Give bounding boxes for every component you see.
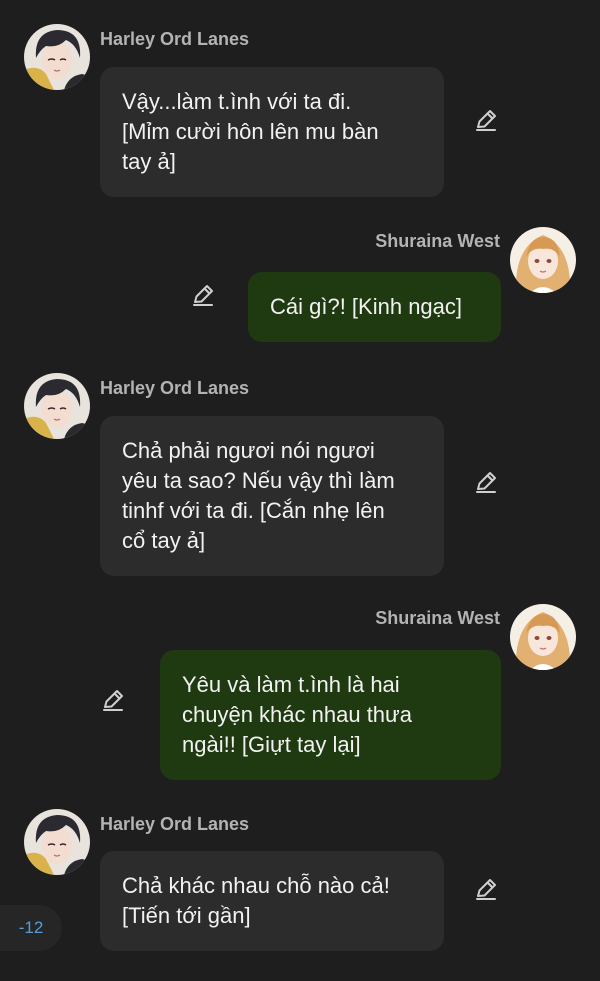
pencil-icon[interactable] [473,107,499,133]
message-bubble[interactable]: Chả khác nhau chỗ nào cả! [Tiến tới gần] [100,851,444,951]
sender-name: Harley Ord Lanes [100,29,250,49]
sender-name: Shuraina West [375,231,500,251]
avatar-harley[interactable] [24,373,90,439]
avatar-harley[interactable] [24,24,90,90]
sender-name: Harley Ord Lanes [100,814,250,834]
message-bubble[interactable]: Vậy...làm t.ình với ta đi. [Mỉm cười hôn… [100,67,444,197]
chat-thread: Harley Ord Lanes Vậy...làm t.ình với ta … [0,0,600,981]
message-bubble[interactable]: Yêu và làm t.ình là hai chuyện khác nhau… [160,650,501,780]
avatar-shuraina[interactable] [510,604,576,670]
avatar-harley[interactable] [24,809,90,875]
avatar-shuraina[interactable] [510,227,576,293]
pencil-icon[interactable] [473,469,499,495]
unread-counter-badge[interactable]: -12 [0,905,62,951]
pencil-icon[interactable] [473,876,499,902]
pencil-icon[interactable] [100,687,126,713]
sender-name: Harley Ord Lanes [100,378,250,398]
pencil-icon[interactable] [190,282,216,308]
sender-name: Shuraina West [375,608,500,628]
message-bubble[interactable]: Chả phải ngươi nói ngươi yêu ta sao? Nếu… [100,416,444,576]
message-bubble[interactable]: Cái gì?! [Kinh ngạc] [248,272,501,342]
